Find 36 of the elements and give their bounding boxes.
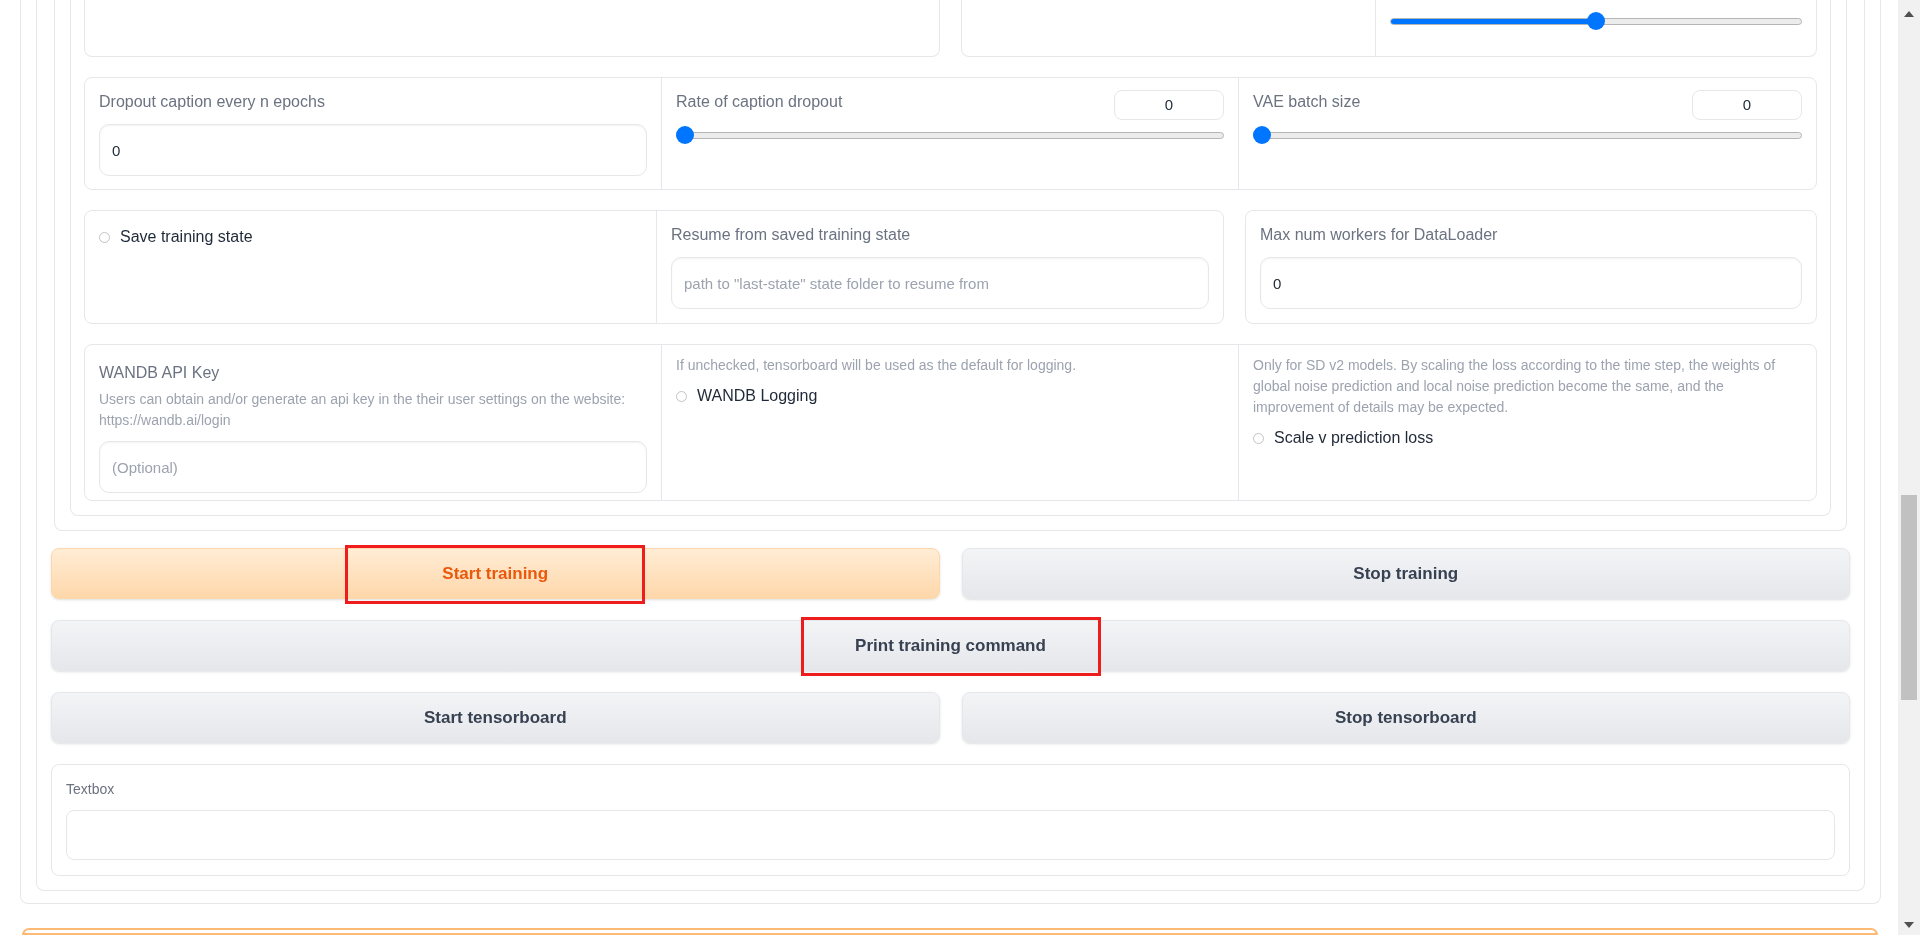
checkbox-label: WANDB Logging	[697, 386, 818, 406]
action-button[interactable]: Start tensorboard	[51, 692, 940, 743]
info-text: Only for SD v2 models. By scaling the loss according to the time step, the weights of global noise prediction and local noise prediction become the same, and the improvement of details may be expected.	[1253, 356, 1777, 417]
field-label: Dropout caption every n epochs	[99, 92, 326, 112]
input-field[interactable]: (Optional)	[99, 441, 647, 493]
checkbox[interactable]	[676, 390, 687, 402]
action-button[interactable]: Stop tensorboard	[961, 692, 1850, 743]
slider[interactable]	[1253, 126, 1802, 144]
action-button[interactable]: Stop training	[961, 548, 1850, 599]
checkbox-label: Scale v prediction loss	[1274, 428, 1434, 448]
checkbox[interactable]	[1253, 432, 1264, 444]
field-label: VAE batch size	[1253, 92, 1361, 112]
slider[interactable]	[676, 126, 1224, 144]
slider[interactable]	[1389, 12, 1802, 30]
number-input[interactable]: 0	[1114, 90, 1224, 120]
scroll-up-icon	[1904, 10, 1914, 18]
input-field[interactable]: 0	[1260, 257, 1802, 309]
number-input[interactable]: 0	[1692, 90, 1802, 120]
scrollbar-thumb[interactable]	[1901, 495, 1917, 700]
slider-thumb[interactable]	[1586, 12, 1605, 30]
input-field[interactable]: path to "last-state" state folder to resume from	[671, 257, 1209, 309]
input-field[interactable]	[66, 810, 1835, 860]
input-field[interactable]: 0	[99, 124, 647, 176]
scroll-down-icon	[1904, 921, 1914, 929]
scrollbar[interactable]	[1898, 0, 1920, 935]
checkbox[interactable]	[99, 231, 110, 243]
field-label: Resume from saved training state	[671, 225, 912, 245]
info-text: If unchecked, tensorboard will be used as the default for logging.	[676, 356, 1078, 375]
checkbox-label: Save training state	[120, 227, 253, 247]
field-label: Max num workers for DataLoader	[1260, 225, 1499, 245]
slider-thumb[interactable]	[676, 126, 694, 144]
info-text: Users can obtain and/or generate an api key in the their user settings on the website: https://wandb.ai/login	[99, 390, 627, 430]
field-label: Textbox	[66, 780, 116, 799]
field-label: Rate of caption dropout	[676, 92, 843, 112]
slider-thumb[interactable]	[1253, 126, 1271, 144]
field-label: WANDB API Key	[99, 363, 221, 383]
